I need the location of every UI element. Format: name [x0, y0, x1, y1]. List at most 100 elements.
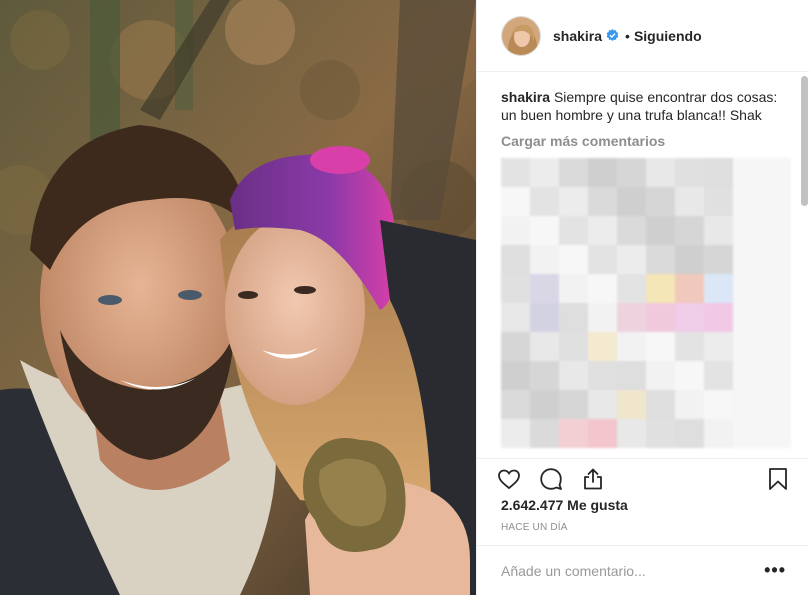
- blur-tile: [530, 303, 559, 332]
- blur-tile: [530, 187, 559, 216]
- blur-tile: [559, 303, 588, 332]
- blur-tile: [646, 303, 675, 332]
- blur-tile: [501, 274, 530, 303]
- blur-tile: [762, 361, 791, 390]
- blur-tile: [762, 419, 791, 448]
- blur-tile: [588, 361, 617, 390]
- blur-tile: [704, 158, 733, 187]
- post-photo[interactable]: [0, 0, 476, 595]
- load-more-comments-link[interactable]: Cargar más comentarios: [501, 133, 786, 149]
- post-header: shakira • Siguiendo: [477, 0, 809, 72]
- blur-tile: [530, 274, 559, 303]
- blur-tile: [646, 245, 675, 274]
- blur-tile: [675, 187, 704, 216]
- blur-tile: [762, 303, 791, 332]
- blur-tile: [501, 332, 530, 361]
- blur-tile: [501, 245, 530, 274]
- more-options-button[interactable]: •••: [764, 560, 786, 581]
- blur-tile: [675, 361, 704, 390]
- blur-tile: [762, 158, 791, 187]
- blur-tile: [733, 419, 762, 448]
- blur-tile: [559, 361, 588, 390]
- blur-tile: [559, 390, 588, 419]
- blur-tile: [704, 245, 733, 274]
- blur-tile: [762, 245, 791, 274]
- blur-tile: [704, 332, 733, 361]
- blur-tile: [762, 274, 791, 303]
- blur-tile: [530, 158, 559, 187]
- comment-input[interactable]: [501, 562, 765, 579]
- blur-tile: [617, 158, 646, 187]
- comments-section: shakira Siempre quise encontrar dos cosa…: [477, 72, 809, 458]
- blur-tile: [559, 187, 588, 216]
- blur-tile: [675, 245, 704, 274]
- blur-tile: [530, 419, 559, 448]
- blur-tile: [762, 216, 791, 245]
- blur-tile: [501, 419, 530, 448]
- avatar[interactable]: [501, 15, 541, 56]
- blur-tile: [501, 216, 530, 245]
- blur-tile: [675, 419, 704, 448]
- blur-tile: [588, 419, 617, 448]
- blur-tile: [501, 361, 530, 390]
- blur-tile: [588, 187, 617, 216]
- blur-tile: [704, 419, 733, 448]
- blur-tile: [617, 303, 646, 332]
- blur-tile: [675, 274, 704, 303]
- blur-tile: [559, 274, 588, 303]
- blur-tile: [530, 216, 559, 245]
- speech-bubble-icon: [540, 467, 562, 490]
- bookmark-icon: [769, 467, 787, 490]
- blur-tile: [733, 303, 762, 332]
- blur-tile: [501, 158, 530, 187]
- blur-tile: [617, 245, 646, 274]
- blur-tile: [704, 187, 733, 216]
- add-comment-bar: •••: [477, 545, 809, 595]
- blur-tile: [762, 187, 791, 216]
- blur-tile: [646, 216, 675, 245]
- blur-tile: [733, 216, 762, 245]
- avatar-image: [502, 16, 540, 55]
- blur-tile: [617, 274, 646, 303]
- post-image: [0, 0, 476, 595]
- post-username[interactable]: shakira: [553, 28, 602, 44]
- blur-tile: [704, 303, 733, 332]
- post-actions: [477, 458, 809, 498]
- post-timestamp[interactable]: HACE UN DÍA: [501, 522, 568, 533]
- blur-tile: [733, 274, 762, 303]
- share-button[interactable]: [579, 465, 607, 493]
- blur-tile: [704, 390, 733, 419]
- blur-tile: [617, 216, 646, 245]
- blur-tile: [530, 332, 559, 361]
- post-sidebar: shakira • Siguiendo shakira Siempre quis…: [476, 0, 809, 595]
- caption-username[interactable]: shakira: [501, 89, 550, 105]
- like-button[interactable]: [495, 465, 523, 493]
- blur-tile: [530, 361, 559, 390]
- blur-tile: [617, 361, 646, 390]
- blurred-comments: [501, 158, 791, 448]
- blur-tile: [559, 216, 588, 245]
- blur-tile: [704, 216, 733, 245]
- like-count[interactable]: 2.642.477 Me gusta: [501, 497, 628, 513]
- following-button[interactable]: Siguiendo: [634, 28, 702, 44]
- blur-tile: [559, 245, 588, 274]
- blur-tile: [704, 274, 733, 303]
- blur-tile: [646, 419, 675, 448]
- blur-tile: [501, 390, 530, 419]
- post-caption: shakira Siempre quise encontrar dos cosa…: [501, 88, 786, 124]
- blur-tile: [617, 187, 646, 216]
- blur-tile: [646, 158, 675, 187]
- blur-tile: [501, 187, 530, 216]
- blur-tile: [617, 390, 646, 419]
- blur-tile: [646, 332, 675, 361]
- blur-tile: [646, 274, 675, 303]
- comments-scrollbar[interactable]: [801, 76, 808, 206]
- blur-tile: [646, 187, 675, 216]
- separator-dot: •: [625, 27, 630, 44]
- comment-button[interactable]: [537, 465, 565, 493]
- save-button[interactable]: [764, 465, 792, 493]
- blur-tile: [588, 245, 617, 274]
- blur-tile: [733, 390, 762, 419]
- blur-tile: [559, 332, 588, 361]
- verified-badge-icon: [606, 29, 619, 42]
